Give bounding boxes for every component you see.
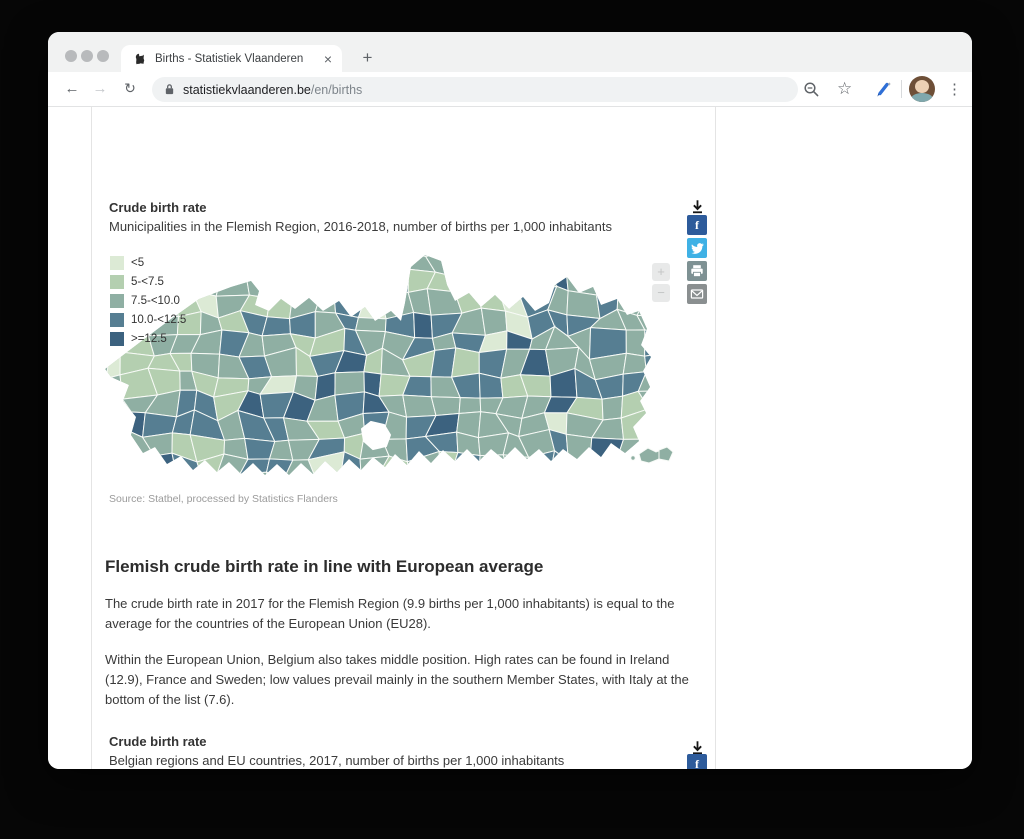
facebook-share-icon[interactable]: f <box>687 754 707 769</box>
email-share-icon[interactable] <box>687 284 707 304</box>
legend-swatch <box>110 256 124 270</box>
map-figure-title: Crude birth rate <box>109 200 207 215</box>
legend-label: <5 <box>131 257 144 269</box>
map-legend: <5 5-<7.5 7.5-<10.0 10.0-<12.5 >=12.5 <box>110 253 186 348</box>
window-zoom-button[interactable] <box>97 50 109 62</box>
forward-button[interactable]: → <box>90 80 110 97</box>
legend-item: <5 <box>110 253 186 272</box>
map-figure-subtitle: Municipalities in the Flemish Region, 20… <box>109 219 612 234</box>
menu-kebab-icon[interactable]: ⋮ <box>947 80 962 98</box>
municipality-cells <box>103 251 675 479</box>
download-icon[interactable] <box>687 196 707 216</box>
page-content: Crude birth rate Municipalities in the F… <box>48 107 972 769</box>
reload-button[interactable]: ↻ <box>120 80 140 97</box>
legend-label: 10.0-<12.5 <box>131 314 186 326</box>
extension-pen-icon[interactable] <box>874 80 893 104</box>
flanders-choropleth-map[interactable] <box>103 251 675 479</box>
legend-label: 7.5-<10.0 <box>131 295 180 307</box>
content-left-border <box>91 107 92 769</box>
browser-tab[interactable]: Births - Statistiek Vlaanderen × <box>121 45 342 72</box>
url-text: statistiekvlaanderen.be/en/births <box>183 83 362 97</box>
legend-label: 5-<7.5 <box>131 276 164 288</box>
legend-swatch <box>110 275 124 289</box>
facebook-share-icon[interactable]: f <box>687 215 707 235</box>
tab-title: Births - Statistiek Vlaanderen <box>155 53 322 65</box>
address-bar[interactable]: statistiekvlaanderen.be/en/births <box>152 77 798 102</box>
article-paragraph-1: The crude birth rate in 2017 for the Fle… <box>105 594 703 634</box>
legend-swatch <box>110 294 124 308</box>
legend-item: 5-<7.5 <box>110 272 186 291</box>
zoom-out-magnifier-icon[interactable] <box>803 81 820 103</box>
map-source-text: Source: Statbel, processed by Statistics… <box>109 493 338 505</box>
window-minimize-button[interactable] <box>81 50 93 62</box>
tab-strip: Births - Statistiek Vlaanderen × + <box>48 32 972 72</box>
legend-swatch <box>110 313 124 327</box>
bar-figure-subtitle: Belgian regions and EU countries, 2017, … <box>109 753 564 768</box>
lock-icon[interactable] <box>164 83 175 96</box>
tab-favicon-flanders-lion-icon <box>133 52 147 66</box>
map-zoom-in-button[interactable]: + <box>652 263 670 281</box>
browser-window: Births - Statistiek Vlaanderen × + ← → ↻… <box>48 32 972 769</box>
content-right-border <box>715 107 716 769</box>
profile-avatar[interactable] <box>909 76 935 102</box>
tab-close-icon[interactable]: × <box>322 52 334 66</box>
bar-figure-title: Crude birth rate <box>109 734 207 749</box>
article-heading: Flemish crude birth rate in line with Eu… <box>105 557 543 577</box>
legend-swatch <box>110 332 124 346</box>
legend-item: >=12.5 <box>110 329 186 348</box>
twitter-share-icon[interactable] <box>687 238 707 258</box>
legend-label: >=12.5 <box>131 333 167 345</box>
back-button[interactable]: ← <box>62 80 82 97</box>
url-domain: statistiekvlaanderen.be <box>183 83 311 97</box>
legend-item: 7.5-<10.0 <box>110 291 186 310</box>
url-path: /en/births <box>311 83 362 97</box>
legend-item: 10.0-<12.5 <box>110 310 186 329</box>
article-paragraph-2: Within the European Union, Belgium also … <box>105 650 703 710</box>
bookmark-star-icon[interactable]: ☆ <box>837 79 852 99</box>
voeren-exclave <box>631 447 673 463</box>
toolbar-separator <box>901 80 902 98</box>
print-share-icon[interactable] <box>687 261 707 281</box>
new-tab-button[interactable]: + <box>354 45 381 72</box>
window-close-button[interactable] <box>65 50 77 62</box>
map-zoom-out-button[interactable]: − <box>652 284 670 302</box>
